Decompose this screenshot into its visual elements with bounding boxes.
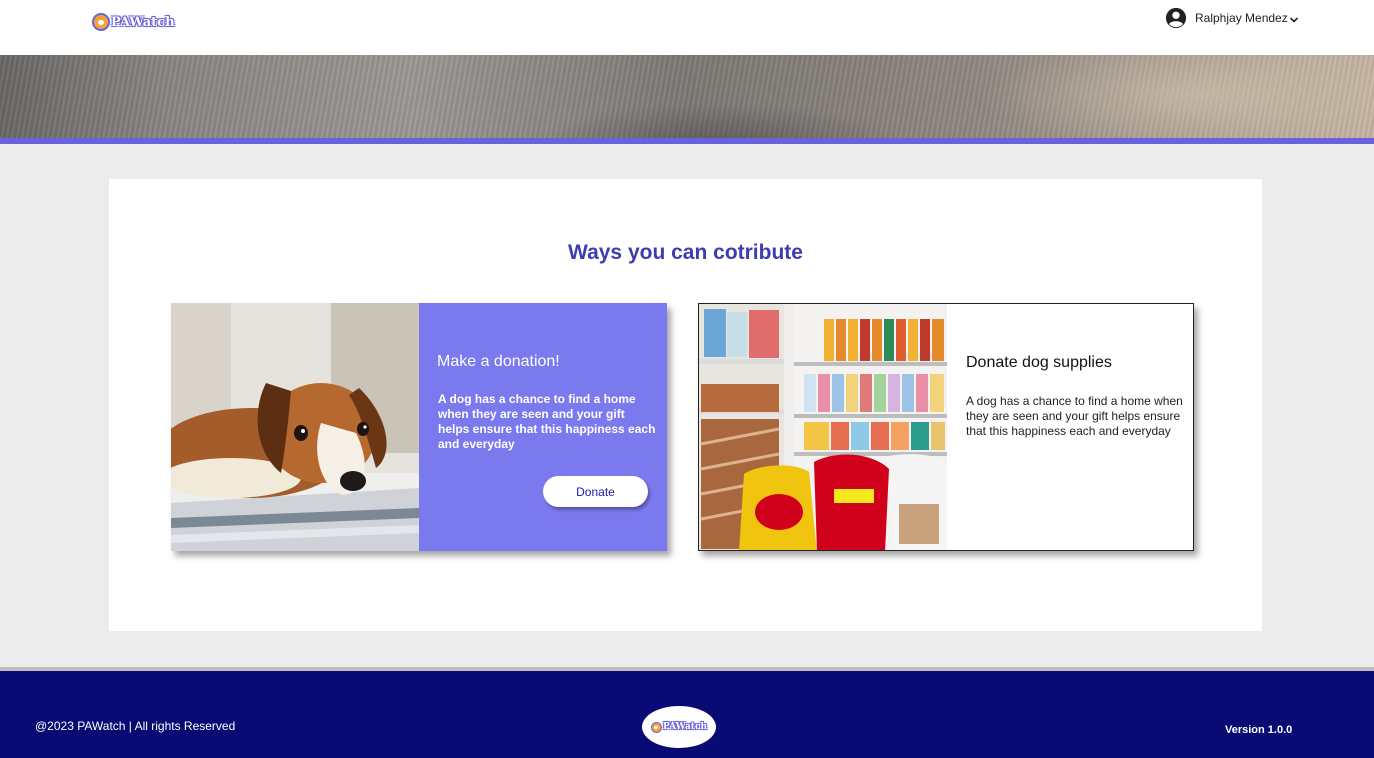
user-name: Ralphjay Mendez	[1195, 11, 1288, 25]
card-heading: Make a donation!	[437, 353, 560, 370]
user-avatar-icon	[1165, 7, 1187, 29]
footer: @2023 PAWatch | All rights Reserved PAWa…	[0, 671, 1374, 758]
donation-card: Make a donation! A dog has a chance to f…	[171, 303, 667, 551]
supplies-card: Donate dog supplies A dog has a chance t…	[698, 303, 1194, 551]
copyright-text: @2023 PAWatch | All rights Reserved	[35, 719, 236, 733]
pawatch-logo[interactable]: PAWatch	[92, 11, 176, 33]
contribute-section: Ways you can cotribute Make a donation! …	[109, 179, 1262, 631]
chevron-down-icon	[1289, 17, 1298, 23]
pet-store-shelves-photo	[699, 304, 947, 550]
top-nav: PAWatch Ralphjay Mendez	[0, 0, 1374, 55]
donate-button[interactable]: Donate	[543, 476, 648, 507]
version-label: Version 1.0.0	[1225, 724, 1293, 736]
section-title: Ways you can cotribute	[568, 241, 803, 264]
card-description: A dog has a chance to find a home when t…	[966, 394, 1183, 438]
footer-logo-text: PAWatch	[663, 722, 707, 732]
paw-icon	[651, 721, 662, 733]
sad-puppy-photo	[171, 303, 419, 551]
paw-icon	[92, 13, 110, 31]
banner-accent-stripe	[0, 138, 1374, 144]
card-description: A dog has a chance to find a home when t…	[438, 392, 656, 451]
card-heading: Donate dog supplies	[966, 354, 1112, 371]
footer-logo: PAWatch	[642, 706, 716, 748]
hero-banner-image	[0, 55, 1374, 138]
user-menu[interactable]: Ralphjay Mendez	[1165, 7, 1299, 29]
logo-text: PAWatch	[111, 14, 175, 30]
